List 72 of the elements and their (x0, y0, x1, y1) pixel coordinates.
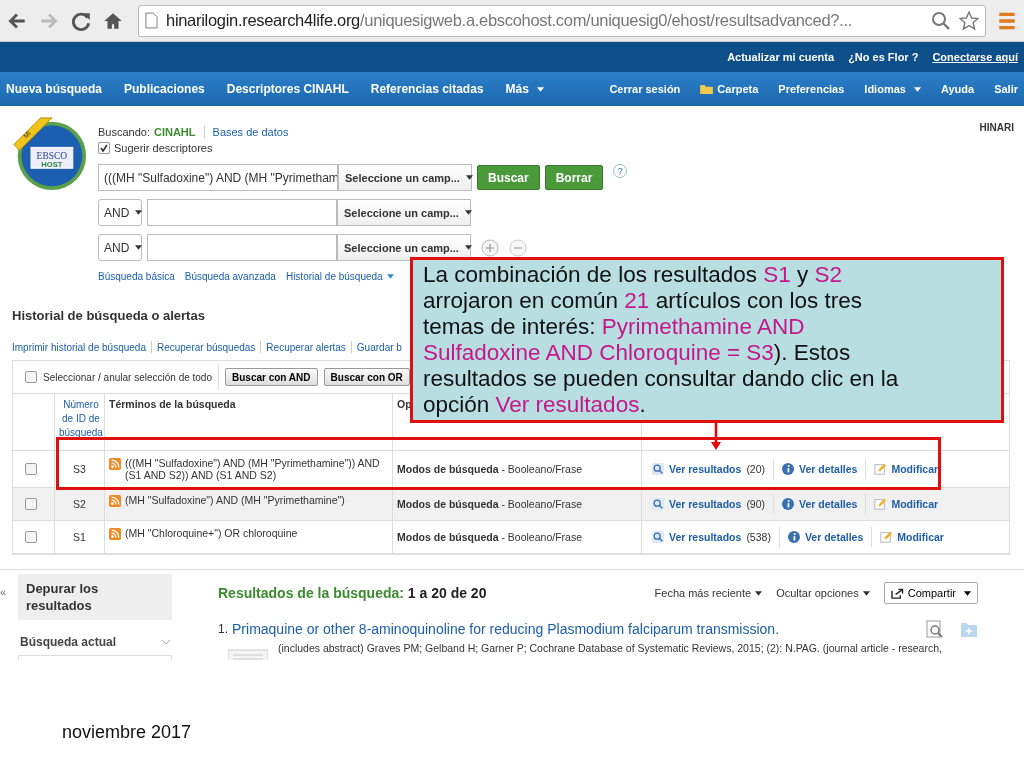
operator-dropdown[interactable]: AND (98, 199, 142, 226)
history-link[interactable]: Guardar b (356, 341, 402, 353)
slide-footer: noviembre 2017 (62, 722, 192, 743)
field-dropdown[interactable]: Seleccione un camp... (337, 199, 471, 226)
suggest-label: Sugerir descriptores (114, 142, 213, 154)
result-count: (538) (746, 531, 771, 543)
history-link[interactable]: Recuperar búsquedas (156, 341, 256, 353)
modify-link[interactable]: Modificar (897, 531, 944, 543)
result-metadata: (includes abstract) Graves PM; Gelband H; Garner P; Cochrane Database of Systematic Reviews, 2015; (2): N.PAG. (journal article - research, (278, 642, 942, 656)
share-button[interactable]: Compartir (883, 582, 978, 604)
results-heading: Resultados de la búsqueda: 1 a 20 de 20 (218, 585, 487, 601)
nav-item[interactable]: Nueva búsqueda (6, 82, 103, 96)
field-dropdown[interactable]: Seleccione un camp... (337, 234, 471, 261)
modify-link[interactable]: Modificar (891, 463, 939, 475)
clear-button[interactable]: Borrar (544, 165, 604, 190)
nav-item[interactable]: Ayuda (940, 83, 975, 95)
view-results-link[interactable]: Ver resultados (669, 498, 742, 510)
search-link[interactable]: Búsqueda básica (98, 271, 175, 282)
search-mode: Modos de búsqueda - Booleano/Frase (397, 498, 582, 510)
history-link[interactable]: Recuperar alertas (266, 341, 346, 353)
or-search-button[interactable]: Buscar con OR (323, 368, 410, 386)
nav-item[interactable]: Cerrar sesión (609, 83, 681, 95)
nav-item[interactable]: Preferencias (778, 83, 845, 95)
view-details-link[interactable]: Ver detalles (804, 531, 864, 543)
result-title-link[interactable]: Primaquine or other 8-aminoquinoline for reducing Plasmodium falciparum transmission. (232, 621, 780, 637)
collapse-button[interactable]: « (0, 586, 12, 660)
modify-link[interactable]: Modificar (891, 498, 939, 510)
search-terms: (((MH "Sulfadoxine") AND (MH "Pyrimethamine")) AND (S1 AND S2)) AND (S1 AND S2) (125, 457, 381, 481)
history-title: Historial de búsqueda o alertas (12, 308, 205, 323)
database-name: CINAHL (154, 126, 196, 138)
result-number: 1. (218, 622, 228, 636)
column-header[interactable]: Número de ID de búsqueda (55, 394, 105, 450)
url-text: hinarilogin.research4life.org/uniquesigweb.a.ebscohost.com/uniquesig0/ehost/resultsadvanced?... (166, 11, 854, 30)
search-id: S2 (73, 498, 86, 510)
options-dropdown[interactable]: Ocultar opciones (776, 587, 870, 599)
account-link[interactable]: Actualizar mi cuenta (727, 51, 835, 63)
search-id: S3 (73, 463, 86, 475)
refine-panel-title: Depurar los resultados (18, 574, 172, 620)
databases-link[interactable]: Bases de datos (212, 126, 289, 138)
and-search-button[interactable]: Buscar con AND (225, 368, 318, 386)
operator-dropdown[interactable]: AND (98, 234, 142, 261)
result-count: (90) (746, 498, 766, 510)
nav-item[interactable]: Descriptores CINAHL (226, 82, 349, 96)
nav-item[interactable]: Carpeta (700, 83, 759, 95)
nav-item[interactable]: Salir (994, 83, 1018, 95)
nav-item[interactable]: Publicaciones (124, 82, 205, 96)
select-all-label: Seleccionar / anular selección de todo (43, 371, 212, 383)
search-terms: (MH "Chloroquine+") OR chloroquine (125, 527, 298, 539)
current-search-heading[interactable]: Búsqueda actual (20, 635, 117, 649)
search-mode: Modos de búsqueda - Booleano/Frase (397, 531, 582, 543)
nav-item[interactable]: Referencias citadas (370, 82, 484, 96)
nav-item[interactable]: Idiomas (864, 83, 921, 95)
searching-label: Buscando: (98, 126, 150, 138)
view-results-link[interactable]: Ver resultados (669, 531, 742, 543)
search-button[interactable]: Buscar (477, 165, 540, 190)
search-id: S1 (73, 531, 86, 543)
result-count: (20) (746, 463, 766, 475)
column-header: Términos de la búsqueda (105, 394, 393, 450)
sort-dropdown[interactable]: Fecha más reciente (654, 587, 763, 599)
search-link[interactable]: Búsqueda avanzada (184, 271, 276, 282)
address-bar[interactable]: hinarilogin.research4life.org/uniquesigweb.a.ebscohost.com/uniquesig0/ehost/resultsadvanced?... (138, 4, 986, 37)
search-terms: (MH "Sulfadoxine") AND (MH "Pyrimethamine") (125, 494, 345, 506)
view-details-link[interactable]: Ver detalles (799, 463, 858, 475)
search-mode: Modos de búsqueda - Booleano/Frase (397, 463, 582, 475)
view-details-link[interactable]: Ver detalles (799, 498, 858, 510)
field-dropdown[interactable]: Seleccione un camp... (338, 164, 472, 191)
nav-item[interactable]: Más (505, 82, 544, 96)
institution-name: HINARI (979, 121, 1014, 135)
history-link[interactable]: Imprimir historial de búsqueda (12, 341, 146, 353)
search-link[interactable]: Historial de búsqueda (285, 271, 394, 282)
view-results-link[interactable]: Ver resultados (669, 463, 742, 475)
account-link[interactable]: Conectarse aquí (932, 51, 1018, 63)
